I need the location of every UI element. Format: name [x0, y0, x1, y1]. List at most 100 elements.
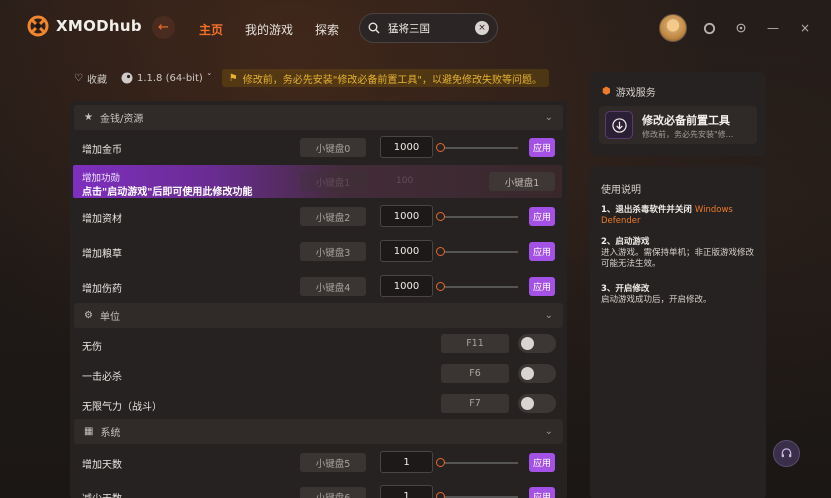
guide-step: 1、退出杀毒软件并关闭 Windows Defender	[601, 205, 759, 227]
value-input[interactable]: 1000	[380, 240, 433, 262]
hotkey-button[interactable]: 小键盘4	[300, 277, 366, 296]
value-input[interactable]: 1000	[380, 275, 433, 297]
nav-my-games[interactable]: 我的游戏	[245, 21, 293, 38]
hotkey-button-disabled: 小键盘1	[300, 172, 366, 191]
apply-button[interactable]: 应用	[529, 207, 555, 226]
slider-handle[interactable]	[436, 212, 445, 221]
mod-label: 无限气力（战斗）	[82, 402, 162, 413]
slider-handle[interactable]	[436, 282, 445, 291]
toggle-switch[interactable]	[518, 334, 556, 353]
hotkey-button[interactable]: 小键盘5	[300, 453, 366, 472]
hotkey-button[interactable]: 小键盘3	[300, 242, 366, 261]
record-icon[interactable]	[702, 21, 716, 35]
guide-title: 使用说明	[601, 185, 641, 196]
customer-support-button[interactable]	[773, 440, 800, 467]
favorite-button[interactable]: ♡ 收藏	[74, 71, 107, 86]
hotkey-button[interactable]: 小键盘1	[489, 172, 555, 191]
chevron-down-icon: ⌄	[544, 310, 553, 321]
hotkey-button[interactable]: 小键盘0	[300, 138, 366, 157]
section-resources[interactable]: ★ 金钱/资源 ⌄	[74, 105, 563, 130]
value-input[interactable]: 1000	[380, 205, 433, 227]
search-box: ×	[359, 13, 498, 43]
clear-search-icon[interactable]: ×	[475, 21, 489, 35]
hotkey-button[interactable]: F11	[441, 334, 509, 353]
hotkey-button[interactable]: 小键盘6	[300, 487, 366, 498]
mod-label: 增加功勋	[82, 173, 121, 184]
search-input[interactable]	[388, 22, 468, 34]
search-icon	[368, 22, 380, 34]
value-input[interactable]: 1	[380, 451, 433, 473]
mod-label: 无伤	[82, 342, 102, 353]
back-button[interactable]: ←	[152, 16, 175, 39]
chevron-down-icon: ⌄	[544, 426, 553, 437]
mod-label: 增加金币	[82, 145, 122, 156]
mod-label: 增加伤药	[82, 284, 122, 295]
toggle-knob	[521, 397, 534, 410]
slider-handle[interactable]	[436, 492, 445, 498]
value-input[interactable]: 1000	[380, 136, 433, 158]
slider-handle[interactable]	[436, 247, 445, 256]
close-icon[interactable]: ×	[798, 21, 812, 35]
section-units[interactable]: ⚙ 单位 ⌄	[74, 303, 563, 328]
apply-button[interactable]: 应用	[529, 487, 555, 498]
heart-icon: ♡	[74, 72, 83, 84]
slider-handle[interactable]	[436, 143, 445, 152]
slider-handle[interactable]	[436, 458, 445, 467]
arrow-left-icon: ←	[158, 20, 169, 35]
game-service-panel: ⬢ 游戏服务 修改必备前置工具 修改前，务必先安装"修...	[590, 72, 766, 156]
nav-explore[interactable]: 探索	[315, 21, 339, 38]
section-title: 金钱/资源	[99, 114, 144, 125]
headset-icon	[781, 448, 792, 458]
value-slider[interactable]	[438, 462, 518, 464]
value-slider[interactable]	[438, 251, 518, 253]
toggle-knob	[521, 367, 534, 380]
apply-button[interactable]: 应用	[529, 242, 555, 261]
xmod-logo-icon	[27, 15, 49, 37]
value-input[interactable]: 1	[380, 485, 433, 498]
toggle-row: 一击必杀 F6	[70, 358, 567, 390]
main-nav: 主页 我的游戏 探索	[199, 21, 339, 38]
step-heading: 1、退出杀毒软件并关闭	[601, 205, 695, 215]
hotkey-button[interactable]: F7	[441, 394, 509, 413]
hotkey-button[interactable]: 小键盘2	[300, 207, 366, 226]
prerequisite-tool-card[interactable]: 修改必备前置工具 修改前，务必先安装"修...	[599, 106, 757, 144]
mod-row: 增加伤药 小键盘4 1000 应用	[70, 270, 567, 302]
chevron-down-icon: ⌄	[544, 112, 553, 123]
money-bag-icon: ★	[84, 112, 93, 123]
app-name: XMODhub	[56, 17, 142, 35]
hotkey-button[interactable]: F6	[441, 364, 509, 383]
mod-label: 增加资材	[82, 214, 122, 225]
toggle-switch[interactable]	[518, 364, 556, 383]
value-slider[interactable]	[438, 286, 518, 288]
game-info-row: ♡ 收藏 1.1.8 (64-bit) ˇ ⚑ 修改前，务必先安装"修改必备前置…	[74, 69, 549, 87]
mod-row: 增加天数 小键盘5 1 应用	[70, 446, 567, 478]
service-header: ⬢ 游戏服务	[602, 84, 656, 99]
mod-row: 增加资材 小键盘2 1000 应用	[70, 200, 567, 232]
avatar[interactable]	[659, 14, 687, 42]
step-body: 进入游戏。需保持单机；非正版游戏修改可能无法生效。	[601, 248, 755, 269]
apply-button[interactable]: 应用	[529, 277, 555, 296]
cube-icon: ⬢	[602, 86, 611, 97]
value-slider[interactable]	[438, 147, 518, 149]
mod-row-locked: 增加功勋 点击"启动游戏"后即可使用此修改功能 小键盘1 100 小键盘1	[73, 165, 562, 198]
guide-step: 3、开启修改 启动游戏成功后，开启修改。	[601, 284, 759, 306]
value-disabled: 100	[396, 176, 414, 186]
tool-desc: 修改前，务必先安装"修...	[642, 130, 734, 139]
service-title: 游戏服务	[615, 88, 656, 99]
app-logo[interactable]: XMODhub	[27, 15, 142, 37]
section-title: 单位	[99, 312, 120, 323]
section-title: 系统	[100, 428, 121, 439]
minimize-icon[interactable]: —	[766, 21, 780, 35]
settings-icon[interactable]	[734, 21, 748, 35]
nav-home[interactable]: 主页	[199, 21, 223, 38]
chevron-down-icon: ˇ	[206, 72, 212, 84]
version-select[interactable]: 1.1.8 (64-bit) ˇ	[121, 72, 212, 84]
apply-button[interactable]: 应用	[529, 453, 555, 472]
section-system[interactable]: ▦ 系统 ⌄	[74, 419, 563, 444]
toggle-switch[interactable]	[518, 394, 556, 413]
value-slider[interactable]	[438, 216, 518, 218]
apply-button[interactable]: 应用	[529, 138, 555, 157]
step-body: 启动游戏成功后，开启修改。	[601, 295, 712, 305]
top-bar: XMODhub ← 主页 我的游戏 探索 × — ×	[0, 0, 831, 56]
locked-note: 点击"启动游戏"后即可使用此修改功能	[82, 187, 253, 198]
